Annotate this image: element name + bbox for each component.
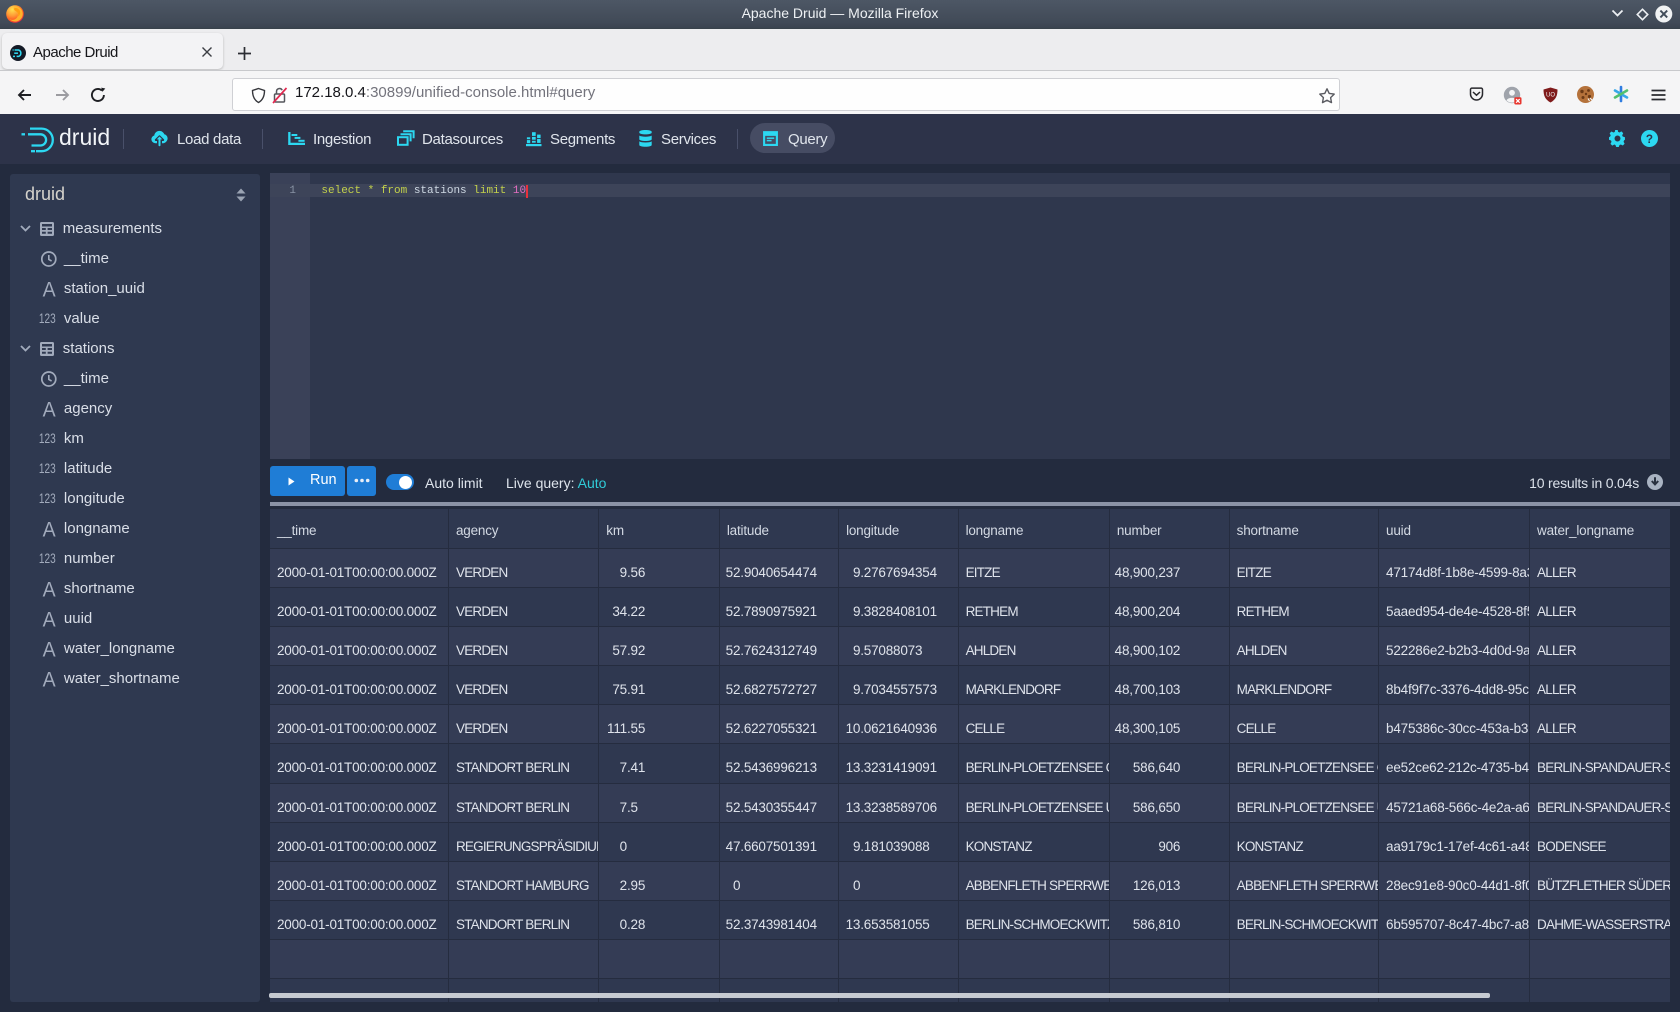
svg-text:123: 123 [39,493,56,504]
svg-text:A: A [42,400,55,418]
svg-text:123: 123 [39,313,56,324]
svg-text:A: A [42,670,55,688]
svg-text:123: 123 [39,553,56,564]
svg-text:123: 123 [39,433,56,444]
svg-text:A: A [42,640,55,658]
svg-text:A: A [42,610,55,628]
svg-text:A: A [42,280,55,298]
svg-text:?: ? [1646,132,1653,145]
svg-text:UO: UO [1546,93,1555,99]
svg-text:123: 123 [39,463,56,474]
svg-text:A: A [42,580,55,598]
svg-text:A: A [42,520,55,538]
